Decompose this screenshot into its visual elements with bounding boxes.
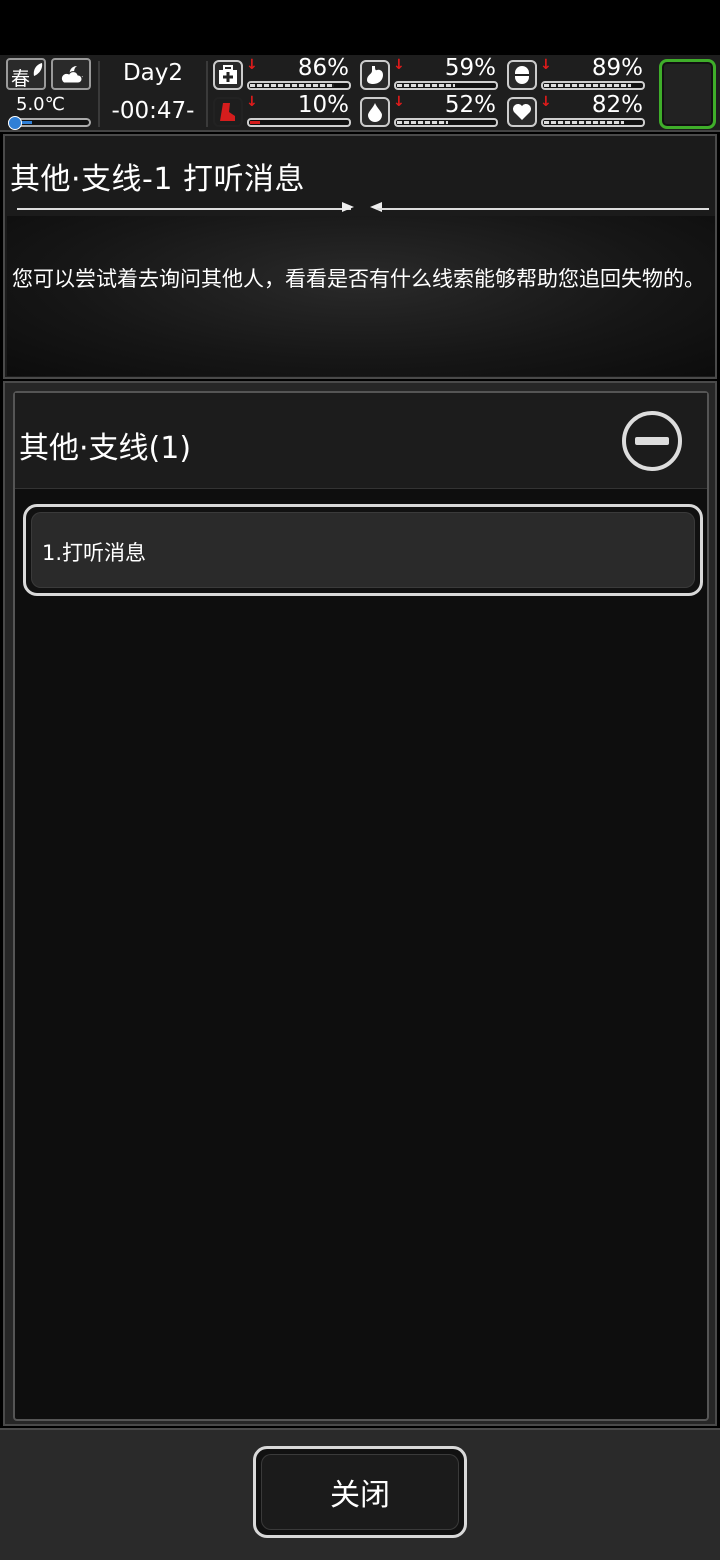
stat-bar — [247, 81, 351, 90]
boot-icon — [220, 103, 235, 121]
cloudy-night-icon — [60, 65, 83, 84]
status-hud: 春 5.0℃ Day2 -00:47- ↓ 86% ↓ 59% ↓ 89% ↓ … — [0, 55, 720, 132]
stat-stamina[interactable]: ↓ 10% — [213, 92, 355, 128]
weather-indicator — [51, 58, 91, 90]
quest-description-box: 您可以尝试着去询问其他人，看看是否有什么线索能够帮助您追回失物的。 — [7, 216, 715, 376]
title-divider-left — [17, 208, 351, 210]
trend-down-icon: ↓ — [246, 57, 258, 73]
stat-bar — [394, 81, 498, 90]
season-label: 春 — [11, 68, 31, 90]
stat-bar — [541, 81, 645, 90]
trend-down-icon: ↓ — [540, 57, 552, 73]
stat-bar — [247, 118, 351, 127]
water-drop-icon — [368, 103, 382, 122]
stat-thirst[interactable]: ↓ 52% — [360, 92, 502, 128]
list-item-label: 1.打听消息 — [42, 541, 147, 565]
stat-bar — [541, 118, 645, 127]
arrow-left-icon — [370, 202, 382, 212]
leaf-icon — [33, 63, 43, 76]
quest-group-title: 其他·支线(1) — [19, 431, 192, 466]
quest-list[interactable]: 其他·支线(1) 1.打听消息 — [13, 391, 709, 1421]
equipment-slot[interactable] — [659, 59, 716, 129]
trend-down-icon: ↓ — [246, 94, 258, 110]
clock-time: -00:47- — [111, 98, 195, 124]
hud-divider — [206, 61, 208, 127]
close-button[interactable]: 关闭 — [253, 1446, 467, 1538]
top-status-strip — [0, 0, 720, 55]
list-item[interactable]: 1.打听消息 — [23, 504, 703, 596]
stat-value: 52% — [444, 92, 496, 118]
quest-description: 您可以尝试着去询问其他人，看看是否有什么线索能够帮助您追回失物的。 — [12, 267, 705, 291]
stat-value: 59% — [444, 55, 496, 81]
season-indicator: 春 — [6, 58, 46, 90]
stat-medicine[interactable]: ↓ 89% — [507, 55, 649, 91]
minus-icon — [635, 437, 669, 445]
pill-icon — [515, 66, 529, 84]
quest-group-header[interactable]: 其他·支线(1) — [15, 393, 707, 489]
medkit-icon — [219, 65, 237, 84]
stat-value: 10% — [297, 92, 349, 118]
collapse-button[interactable] — [622, 411, 682, 471]
title-divider-right — [377, 208, 709, 210]
trend-down-icon: ↓ — [393, 94, 405, 110]
temperature-readout: 5.0℃ — [16, 94, 65, 115]
stat-value: 82% — [591, 92, 643, 118]
stat-bar — [394, 118, 498, 127]
temperature-bar — [8, 116, 91, 130]
thermometer-icon — [8, 116, 22, 130]
day-counter: Day2 — [122, 60, 184, 86]
quest-list-panel: 其他·支线(1) 1.打听消息 — [3, 381, 717, 1426]
stat-hunger[interactable]: ↓ 59% — [360, 55, 502, 91]
stat-value: 86% — [297, 55, 349, 81]
heart-icon — [513, 104, 531, 120]
stomach-icon — [367, 66, 383, 84]
stat-mood[interactable]: ↓ 82% — [507, 92, 649, 128]
stat-health[interactable]: ↓ 86% — [213, 55, 355, 91]
arrow-right-icon — [342, 202, 354, 212]
close-button-label: 关闭 — [261, 1454, 459, 1530]
trend-down-icon: ↓ — [393, 57, 405, 73]
stat-value: 89% — [591, 55, 643, 81]
quest-detail-panel: 其他·支线-1 打听消息 您可以尝试着去询问其他人，看看是否有什么线索能够帮助您… — [3, 134, 717, 379]
quest-title: 其他·支线-1 打听消息 — [10, 162, 305, 197]
bottom-bar: 关闭 — [0, 1428, 720, 1560]
trend-down-icon: ↓ — [540, 94, 552, 110]
